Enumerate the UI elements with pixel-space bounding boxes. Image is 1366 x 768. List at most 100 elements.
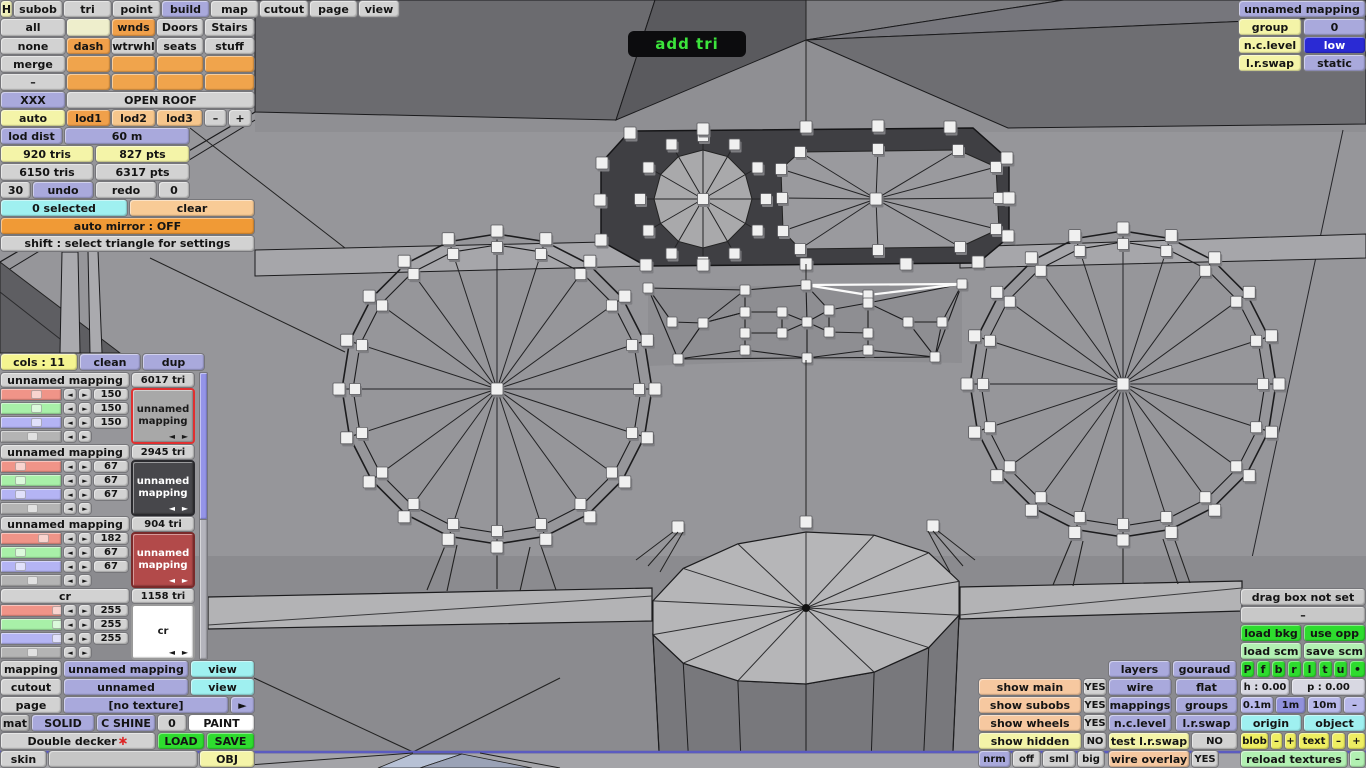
mapping-name-1[interactable]: unnamed mapping	[0, 444, 130, 460]
show-main-state[interactable]: YES	[1083, 678, 1107, 696]
slider-inc-0-2[interactable]: ►	[78, 532, 92, 545]
slider-dec-0-3[interactable]: ◄	[63, 604, 77, 617]
slider-b-0-thumb[interactable]	[31, 418, 43, 427]
cutout-view-button[interactable]: view	[190, 678, 255, 696]
tool-Stairs[interactable]: Stairs	[204, 18, 255, 37]
slider-dec-2-1[interactable]: ◄	[63, 488, 77, 501]
slider-k-1-thumb[interactable]	[27, 504, 39, 513]
slider-r-1-thumb[interactable]	[15, 462, 27, 471]
slider-g-0[interactable]	[0, 402, 62, 415]
slider-dec-1-3[interactable]: ◄	[63, 618, 77, 631]
slider-inc-1-1[interactable]: ►	[78, 474, 92, 487]
slider-dec-2-2[interactable]: ◄	[63, 560, 77, 573]
text-minus-button[interactable]: –	[1331, 732, 1346, 750]
tool-wtrwhl[interactable]: wtrwhl	[111, 37, 156, 55]
load-button[interactable]: LOAD	[157, 732, 205, 750]
grid-10m-button[interactable]: 10m	[1307, 696, 1342, 714]
mat-solid-button[interactable]: SOLID	[31, 714, 95, 732]
tool-stuff[interactable]: stuff	[204, 37, 255, 55]
open-roof-button[interactable]: OPEN ROOF	[66, 91, 255, 109]
slider-k-3-thumb[interactable]	[27, 648, 39, 657]
nrm-button[interactable]: nrm	[978, 750, 1011, 768]
use-opp-button[interactable]: use opp	[1303, 624, 1366, 642]
text-plus-button[interactable]: +	[1347, 732, 1366, 750]
slider-inc-2-2[interactable]: ►	[78, 560, 92, 573]
groups-button[interactable]: groups	[1175, 696, 1238, 714]
slider-k-0-thumb[interactable]	[27, 432, 39, 441]
mapping-swatch-1[interactable]: unnamed mapping ◄ ►	[131, 460, 195, 516]
slider-inc-1-2[interactable]: ►	[78, 546, 92, 559]
page-next-button[interactable]: ►	[230, 696, 255, 714]
lod-auto-button[interactable]: auto	[0, 109, 66, 127]
object-button[interactable]: object	[1303, 714, 1366, 732]
group-value[interactable]: 0	[1303, 18, 1366, 36]
slider-r-0-thumb[interactable]	[31, 390, 43, 399]
skin-label[interactable]: skin	[0, 750, 47, 768]
slider-r-3-thumb[interactable]	[52, 606, 61, 615]
undo-button[interactable]: undo	[32, 181, 94, 199]
slider-dec-3-0[interactable]: ◄	[63, 430, 77, 443]
slider-dec-1-0[interactable]: ◄	[63, 402, 77, 415]
menu-page[interactable]: page	[309, 0, 358, 18]
slider-g-3-thumb[interactable]	[52, 620, 61, 629]
blob-plus-button[interactable]: +	[1284, 732, 1297, 750]
swatch-arrows-1[interactable]: ◄ ►	[169, 504, 190, 513]
tool-slot-a4[interactable]	[204, 55, 255, 73]
slider-inc-0-0[interactable]: ►	[78, 388, 92, 401]
tool-slot-b4[interactable]	[204, 73, 255, 91]
save-button[interactable]: SAVE	[206, 732, 255, 750]
slider-g-1[interactable]	[0, 474, 62, 487]
mappings-button[interactable]: mappings	[1108, 696, 1172, 714]
current-mapping-title[interactable]: unnamed mapping	[1238, 0, 1366, 18]
dup-button[interactable]: dup	[142, 353, 205, 371]
origin-button[interactable]: origin	[1240, 714, 1302, 732]
load-bkg-button[interactable]: load bkg	[1240, 624, 1302, 642]
slider-dec-0-0[interactable]: ◄	[63, 388, 77, 401]
wire-overlay-state[interactable]: YES	[1191, 750, 1219, 768]
blob-label[interactable]: blob	[1240, 732, 1269, 750]
menu-point[interactable]: point	[112, 0, 161, 18]
face-toggle-b[interactable]: b	[1271, 660, 1286, 678]
face-toggle-t[interactable]: t	[1317, 660, 1333, 678]
nrm-big-button[interactable]: big	[1077, 750, 1105, 768]
slider-dec-2-0[interactable]: ◄	[63, 416, 77, 429]
slider-inc-2-0[interactable]: ►	[78, 416, 92, 429]
lod2-button[interactable]: lod2	[111, 109, 156, 127]
show-wheels-toggle[interactable]: show wheels	[978, 714, 1082, 732]
slider-dec-1-1[interactable]: ◄	[63, 474, 77, 487]
mapping-value[interactable]: unnamed mapping	[63, 660, 189, 678]
swatch-arrows-0[interactable]: ◄ ►	[169, 432, 190, 441]
slider-r-3[interactable]	[0, 604, 62, 617]
slider-b-0[interactable]	[0, 416, 62, 429]
tool-slot-a2[interactable]	[111, 55, 156, 73]
face-toggle-p[interactable]: P	[1240, 660, 1255, 678]
slider-dec-1-2[interactable]: ◄	[63, 546, 77, 559]
slider-k-0[interactable]	[0, 430, 62, 443]
mapping-swatch-3[interactable]: cr ◄ ►	[131, 604, 195, 660]
lod-plus-button[interactable]: +	[228, 109, 252, 127]
slider-g-2[interactable]	[0, 546, 62, 559]
mapping-name-0[interactable]: unnamed mapping	[0, 372, 130, 388]
nc-level-value[interactable]: low	[1303, 36, 1366, 54]
menu-cutout[interactable]: cutout	[259, 0, 309, 18]
show-wheels-state[interactable]: YES	[1083, 714, 1107, 732]
swatch-arrows-2[interactable]: ◄ ►	[169, 576, 190, 585]
clean-button[interactable]: clean	[79, 353, 141, 371]
slider-b-1-thumb[interactable]	[15, 490, 27, 499]
grid-0-1m-button[interactable]: 0.1m	[1240, 696, 1274, 714]
reload-minus-button[interactable]: –	[1349, 750, 1366, 768]
lod-dist-value[interactable]: 60 m	[64, 127, 190, 145]
slider-inc-1-0[interactable]: ►	[78, 402, 92, 415]
face-toggle-f[interactable]: f	[1255, 660, 1271, 678]
slider-inc-0-1[interactable]: ►	[78, 460, 92, 473]
tool-none[interactable]: none	[0, 37, 66, 55]
show-subobs-toggle[interactable]: show subobs	[978, 696, 1082, 714]
slider-inc-3-3[interactable]: ►	[78, 646, 92, 659]
slider-k-3[interactable]	[0, 646, 62, 659]
menu-tri[interactable]: tri	[63, 0, 112, 18]
menu-h[interactable]: H	[0, 0, 13, 18]
lr-swap-button[interactable]: l.r.swap	[1175, 714, 1238, 732]
redo-button[interactable]: redo	[95, 181, 157, 199]
nrm-off-button[interactable]: off	[1012, 750, 1041, 768]
slider-g-1-thumb[interactable]	[15, 476, 27, 485]
